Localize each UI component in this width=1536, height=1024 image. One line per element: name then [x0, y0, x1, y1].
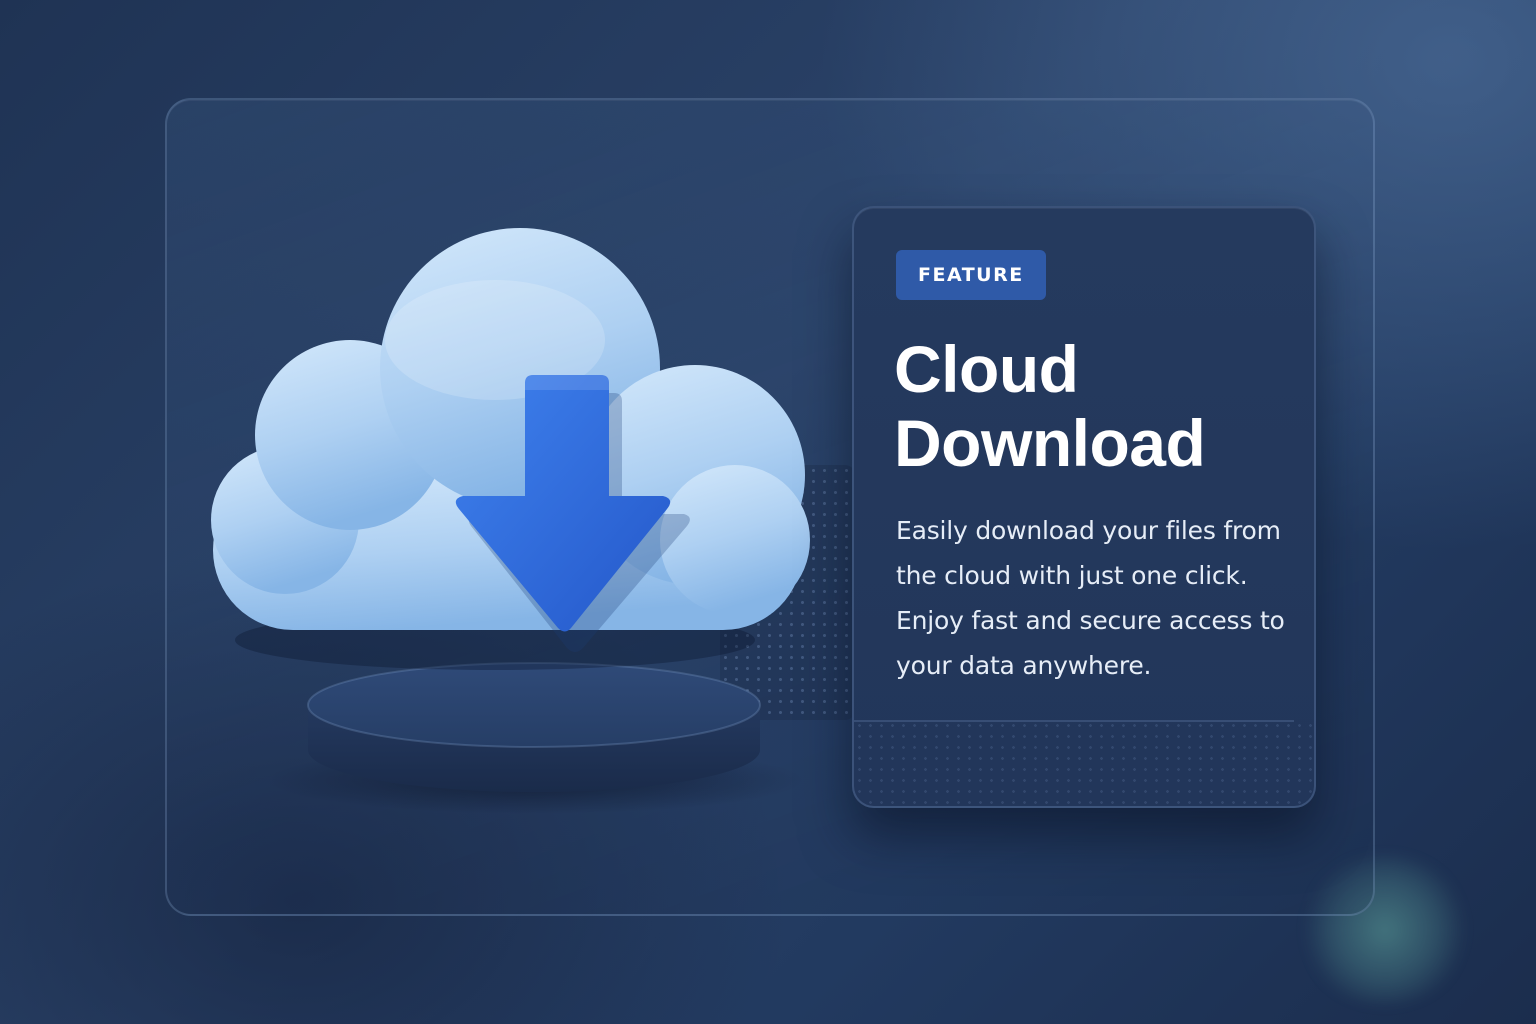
- cloud-download-icon: [211, 228, 810, 814]
- feature-card: FEATURE Cloud Download Easily download y…: [852, 206, 1316, 808]
- feature-title: Cloud Download: [894, 332, 1206, 480]
- card-dot-pattern: [854, 720, 1314, 806]
- card-divider: [854, 720, 1294, 722]
- feature-badge: FEATURE: [896, 250, 1046, 300]
- pedestal: [307, 662, 761, 792]
- feature-description: Easily download your files from the clou…: [896, 516, 1285, 680]
